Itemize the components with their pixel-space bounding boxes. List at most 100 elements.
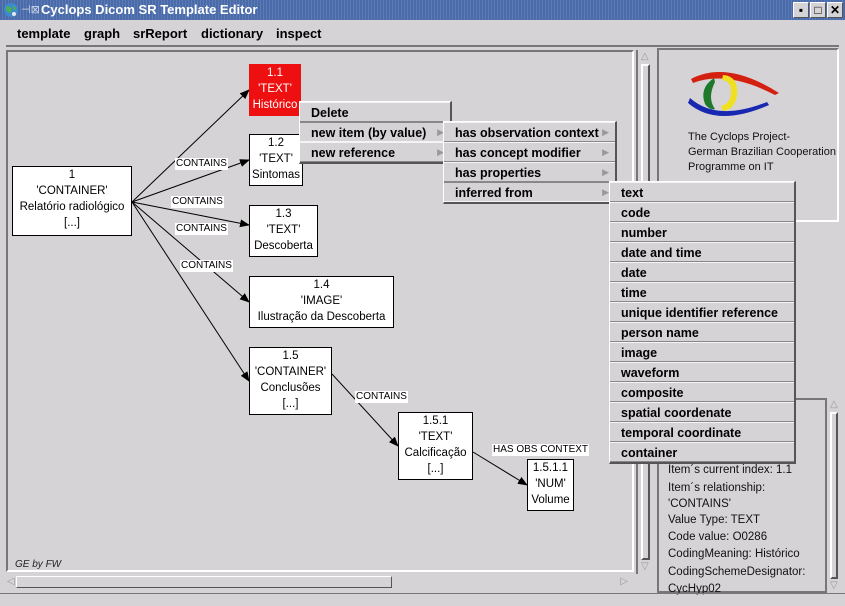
- menu-item-spatial-coordenate[interactable]: spatial coordenate: [610, 402, 794, 422]
- menu-item-container[interactable]: container: [610, 442, 794, 462]
- submenu-arrow-icon: ▶: [602, 168, 609, 178]
- menu-item-has-properties[interactable]: has properties ▶: [444, 162, 615, 182]
- edge-label: CONTAINS: [180, 260, 233, 272]
- menu-item-person-name[interactable]: person name: [610, 322, 794, 342]
- info-code-value: Code value: O0286: [668, 531, 768, 543]
- graph-node-1[interactable]: 1 'CONTAINER' Relatório radiológico [...]: [12, 166, 132, 236]
- menu-inspect[interactable]: inspect: [276, 26, 322, 41]
- node-text: 1.5.1.1: [532, 462, 569, 474]
- scroll-left-icon[interactable]: ◁: [7, 577, 15, 587]
- graph-node-1-5-1-1[interactable]: 1.5.1.1 'NUM' Volume: [527, 459, 574, 511]
- scroll-down-icon[interactable]: ▽: [641, 562, 649, 572]
- node-text: Sintomas: [252, 169, 300, 181]
- caption-line: German Brazilian Cooperation: [688, 146, 836, 158]
- menu-srreport[interactable]: srReport: [133, 26, 187, 41]
- title-bar[interactable]: ⊣⊠ Cyclops Dicom SR Template Editor ▪ □ …: [0, 0, 845, 20]
- node-text: 1: [68, 169, 76, 181]
- menu-item-inferred-from[interactable]: inferred from ▶: [444, 182, 615, 202]
- menu-item-image[interactable]: image: [610, 342, 794, 362]
- node-text: [...]: [427, 463, 444, 475]
- menu-item-label: has observation context: [455, 126, 599, 140]
- menu-item-waveform[interactable]: waveform: [610, 362, 794, 382]
- edge-label: CONTAINS: [175, 223, 228, 235]
- info-value-type: Value Type: TEXT: [668, 514, 761, 526]
- menu-item-composite[interactable]: composite: [610, 382, 794, 402]
- menu-item-label: date: [621, 266, 647, 280]
- scroll-up-icon[interactable]: △: [641, 52, 649, 62]
- info-scroll-thumb[interactable]: [830, 412, 838, 579]
- menu-item-has-observation-context[interactable]: has observation context ▶: [444, 122, 615, 142]
- node-text: 'CONTAINER': [254, 366, 327, 378]
- menu-item-has-concept-modifier[interactable]: has concept modifier ▶: [444, 142, 615, 162]
- graph-credit: GE by FW: [15, 559, 62, 570]
- graph-node-1-2[interactable]: 1.2 'TEXT' Sintomas: [249, 134, 303, 186]
- menu-item-number[interactable]: number: [610, 222, 794, 242]
- relationship-submenu: has observation context ▶ has concept modi…: [443, 121, 617, 204]
- node-text: 'IMAGE': [300, 295, 343, 307]
- menu-item-date-and-time[interactable]: date and time: [610, 242, 794, 262]
- graph-node-1-3[interactable]: 1.3 'TEXT' Descoberta: [249, 205, 318, 257]
- canvas-horizontal-scroll-thumb[interactable]: [16, 576, 392, 588]
- menu-item-label: time: [621, 286, 647, 300]
- info-scroll-up-icon[interactable]: △: [830, 400, 838, 410]
- submenu-arrow-icon: ▶: [602, 148, 609, 158]
- node-text: Volume: [531, 494, 570, 506]
- submenu-arrow-icon: ▶: [602, 188, 609, 198]
- app-globe-icon: [4, 3, 18, 17]
- menu-item-unique-identifier-reference[interactable]: unique identifier reference: [610, 302, 794, 322]
- info-relationship-value: 'CONTAINS': [668, 498, 731, 510]
- menu-template[interactable]: template: [17, 26, 70, 41]
- menu-item-new-reference[interactable]: new reference ▶: [300, 142, 450, 162]
- menu-item-code[interactable]: code: [610, 202, 794, 222]
- menu-item-label: spatial coordenate: [621, 406, 732, 420]
- edge-1-to-1.4[interactable]: [131, 201, 250, 303]
- scroll-right-icon[interactable]: ▷: [620, 577, 628, 587]
- menu-item-label: number: [621, 226, 667, 240]
- node-text: 'NUM': [535, 478, 566, 490]
- graph-node-1-5-1[interactable]: 1.5.1 'TEXT' Calcificação [...]: [398, 412, 473, 480]
- menu-item-label: text: [621, 186, 644, 200]
- close-button[interactable]: ✕: [827, 2, 843, 18]
- logo-caption: The Cyclops Project- German Brazilian Co…: [688, 130, 836, 175]
- menu-graph[interactable]: graph: [84, 26, 120, 41]
- edge-1.5-to-1.5.1[interactable]: [331, 373, 399, 447]
- node-text: Conclusões: [260, 382, 321, 394]
- menu-item-label: container: [621, 446, 678, 460]
- menu-item-delete[interactable]: Delete: [300, 102, 450, 122]
- minimize-button[interactable]: ▪: [793, 2, 809, 18]
- edge-label: CONTAINS: [175, 158, 228, 170]
- info-vertical-scrollbar[interactable]: △ ▽: [825, 398, 841, 593]
- maximize-icon: □: [814, 3, 822, 17]
- edge-1-to-1.1[interactable]: [131, 89, 250, 203]
- menu-item-temporal-coordinate[interactable]: temporal coordinate: [610, 422, 794, 442]
- maximize-button[interactable]: □: [810, 2, 826, 18]
- graph-node-1-1[interactable]: 1.1 'TEXT' Histórico: [249, 64, 301, 116]
- edge-label: CONTAINS: [171, 196, 224, 208]
- menu-item-label: has concept modifier: [455, 146, 581, 160]
- graph-node-1-5[interactable]: 1.5 'CONTAINER' Conclusões [...]: [249, 347, 332, 415]
- logo-yellow-stroke: [721, 75, 738, 111]
- menu-item-time[interactable]: time: [610, 282, 794, 302]
- menu-bar: template graph srReport dictionary inspe…: [6, 21, 839, 47]
- menu-item-label: new reference: [311, 146, 396, 160]
- menu-item-label: waveform: [621, 366, 680, 380]
- menu-item-new-item-by-value[interactable]: new item (by value) ▶: [300, 122, 450, 142]
- edge-label: HAS OBS CONTEXT: [492, 444, 590, 456]
- graph-node-1-4[interactable]: 1.4 'IMAGE' Ilustração da Descoberta: [249, 276, 394, 328]
- menu-dictionary[interactable]: dictionary: [201, 26, 263, 41]
- menu-item-label: inferred from: [455, 186, 533, 200]
- status-bar: [0, 593, 845, 606]
- node-text: [...]: [64, 217, 80, 229]
- menu-item-date[interactable]: date: [610, 262, 794, 282]
- node-text: 1.3: [275, 208, 292, 220]
- canvas-horizontal-scrollbar[interactable]: ◁ ▷: [6, 575, 634, 589]
- context-menu: Delete new item (by value) ▶ new reference ▶: [299, 101, 452, 164]
- info-coding-meaning: CodingMeaning: Histórico: [668, 548, 800, 560]
- value-type-submenu: text code number date and time date time uniqu…: [609, 181, 796, 464]
- menu-item-text[interactable]: text: [610, 182, 794, 202]
- pin-icon[interactable]: ⊣⊠: [21, 3, 40, 16]
- info-scroll-down-icon[interactable]: ▽: [830, 581, 838, 591]
- menu-item-label: code: [621, 206, 651, 220]
- node-text: 1.1: [267, 67, 283, 79]
- edge-1.5.1-to-1.5.1.1[interactable]: [472, 451, 528, 486]
